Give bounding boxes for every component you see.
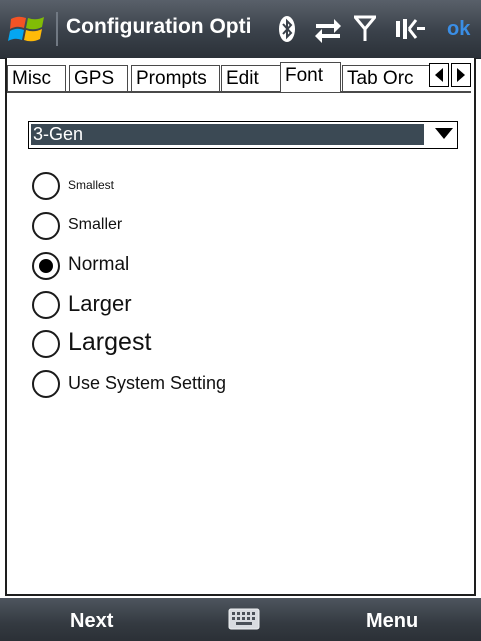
- radio-largest[interactable]: [32, 330, 60, 358]
- tab-edit[interactable]: Edit: [221, 65, 281, 91]
- label-larger: Larger: [68, 291, 132, 316]
- radio-larger[interactable]: [32, 291, 60, 319]
- label-use-system-setting: Use System Setting: [68, 373, 227, 393]
- tab-font[interactable]: Font: [280, 62, 341, 92]
- label-normal: Normal: [68, 254, 130, 275]
- keyboard-icon[interactable]: [228, 608, 260, 630]
- softkey-bar: Next Menu: [0, 598, 481, 641]
- title-separator: [56, 12, 58, 46]
- arrow-left-icon: [435, 68, 443, 82]
- tab-scroll-left-button[interactable]: [429, 63, 449, 87]
- bluetooth-icon[interactable]: [278, 15, 296, 43]
- tab-baseline: [7, 91, 471, 93]
- arrow-right-icon: [457, 68, 465, 82]
- label-largest: Largest: [68, 328, 152, 356]
- tab-strip: Misc GPS Prompts Edit Font Tab Orc: [7, 62, 429, 92]
- tab-prompts[interactable]: Prompts: [131, 65, 220, 91]
- radio-selected-dot: [39, 259, 53, 273]
- radio-normal[interactable]: [32, 252, 60, 280]
- tab-gps[interactable]: GPS: [69, 65, 128, 91]
- tab-misc[interactable]: Misc: [7, 65, 66, 91]
- signal-icon[interactable]: [354, 15, 376, 43]
- window-title: Configuration Opti: [66, 15, 252, 38]
- radio-smaller[interactable]: [32, 212, 60, 240]
- title-bar: Configuration Opti ok: [0, 0, 481, 59]
- ok-button[interactable]: ok: [447, 18, 470, 41]
- tab-scroll-right-button[interactable]: [451, 63, 471, 87]
- volume-icon[interactable]: [394, 15, 426, 43]
- radio-use-system-setting[interactable]: [32, 370, 60, 398]
- font-dropdown[interactable]: 3-Gen: [28, 121, 458, 149]
- label-smaller: Smaller: [68, 216, 123, 233]
- tab-tab-order[interactable]: Tab Orc: [342, 65, 429, 91]
- connectivity-icon[interactable]: [314, 15, 342, 43]
- menu-button[interactable]: Menu: [366, 610, 418, 633]
- radio-smallest[interactable]: [32, 172, 60, 200]
- next-button[interactable]: Next: [70, 610, 113, 633]
- windows-start-icon[interactable]: [8, 12, 48, 46]
- font-dropdown-value: 3-Gen: [31, 124, 424, 145]
- label-smallest: Smallest: [68, 178, 115, 192]
- chevron-down-icon[interactable]: [435, 128, 453, 140]
